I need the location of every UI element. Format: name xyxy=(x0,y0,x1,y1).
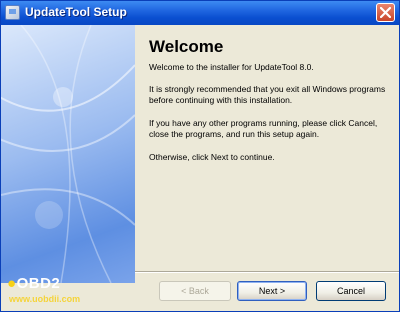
car-icon: ● xyxy=(7,275,17,292)
button-bar: < Back Next > Cancel xyxy=(135,273,399,311)
next-button[interactable]: Next > xyxy=(237,281,307,301)
side-banner-image xyxy=(1,25,135,283)
brand-text: OBD2 xyxy=(16,275,61,292)
setup-window: UpdateTool Setup Welcome Welcome to the … xyxy=(0,0,400,312)
brand-logo: ●OBD2 xyxy=(7,275,60,292)
watermark-logo: ●OBD2 www.uobdii.com xyxy=(7,273,131,309)
back-button[interactable]: < Back xyxy=(159,281,231,301)
cancel-instruction-text: If you have any other programs running, … xyxy=(149,118,378,139)
recommendation-text: It is strongly recommended that you exit… xyxy=(149,84,386,105)
cancel-button[interactable]: Cancel xyxy=(316,281,386,301)
close-icon xyxy=(380,7,391,18)
intro-text: Welcome to the installer for UpdateTool … xyxy=(149,62,314,72)
next-instruction-text: Otherwise, click Next to continue. xyxy=(149,152,275,162)
watermark-url: www.uobdii.com xyxy=(9,294,81,304)
installer-app-icon xyxy=(5,5,20,20)
window-title: UpdateTool Setup xyxy=(25,5,127,19)
close-button[interactable] xyxy=(376,3,395,22)
swirl-decoration xyxy=(1,25,135,283)
welcome-content: Welcome Welcome to the installer for Upd… xyxy=(135,25,399,271)
title-bar[interactable]: UpdateTool Setup xyxy=(1,1,399,25)
page-title: Welcome xyxy=(149,37,224,56)
